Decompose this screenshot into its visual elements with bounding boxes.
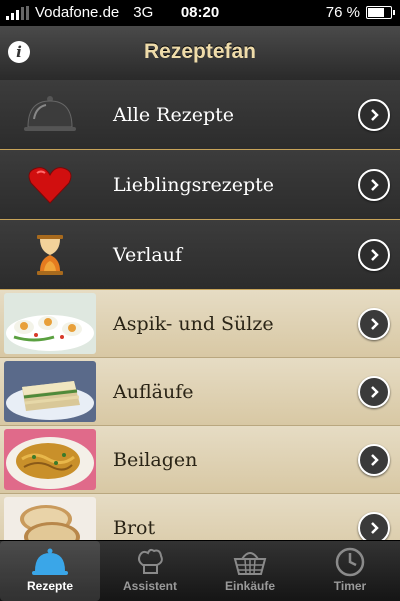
basket-icon bbox=[232, 545, 268, 579]
list-item-label: Beilagen bbox=[113, 448, 198, 471]
tab-bar: Rezepte Assistent Einkäufe Timer bbox=[0, 540, 400, 601]
chevron-right-icon[interactable] bbox=[358, 443, 390, 476]
chevron-right-icon[interactable] bbox=[358, 511, 390, 540]
tab-label: Timer bbox=[333, 579, 367, 593]
list-item-label: Aspik- und Sülze bbox=[113, 312, 274, 335]
battery-icon bbox=[366, 6, 395, 19]
auflaeufe-thumbnail bbox=[4, 361, 96, 422]
battery-percent: 76 % bbox=[325, 4, 360, 21]
list-item-label: Brot bbox=[113, 516, 156, 539]
tab-timer[interactable]: Timer bbox=[300, 541, 400, 601]
beilagen-thumbnail bbox=[4, 429, 96, 490]
status-bar: Vodafone.de 3G 08:20 76 % bbox=[0, 0, 400, 26]
battery-fill bbox=[368, 8, 384, 17]
chevron-right-icon[interactable] bbox=[358, 98, 390, 131]
navigation-bar: i Rezeptefan bbox=[0, 26, 400, 81]
tab-label: Einkäufe bbox=[224, 579, 275, 593]
list-item-label: Verlauf bbox=[113, 243, 182, 266]
chevron-right-icon[interactable] bbox=[358, 307, 390, 340]
list-item-label: Lieblingsrezepte bbox=[113, 173, 275, 196]
cloche-icon bbox=[20, 85, 80, 145]
chevron-right-icon[interactable] bbox=[358, 238, 390, 271]
hourglass-icon bbox=[20, 225, 80, 285]
chevron-right-icon[interactable] bbox=[358, 375, 390, 408]
list-item-alle-rezepte[interactable]: Alle Rezepte bbox=[0, 80, 400, 150]
list-item-aspik[interactable]: Aspik- und Sülze bbox=[0, 290, 400, 358]
list-item-brot[interactable]: Brot bbox=[0, 494, 400, 540]
tab-label: Rezepte bbox=[26, 579, 73, 593]
brot-thumbnail bbox=[4, 497, 96, 540]
aspik-thumbnail bbox=[4, 293, 96, 354]
tab-einkaeufe[interactable]: Einkäufe bbox=[200, 541, 300, 601]
battery-group: 76 % bbox=[325, 4, 395, 21]
list-item-verlauf[interactable]: Verlauf bbox=[0, 220, 400, 290]
cloche-icon bbox=[31, 545, 69, 579]
tab-label: Assistent bbox=[122, 579, 178, 593]
list-item-lieblingsrezepte[interactable]: Lieblingsrezepte bbox=[0, 150, 400, 220]
heart-icon bbox=[20, 155, 80, 215]
chevron-right-icon[interactable] bbox=[358, 168, 390, 201]
tab-rezepte[interactable]: Rezepte bbox=[0, 541, 100, 601]
recipe-list[interactable]: Alle Rezepte Lieblingsrezepte Verlauf As… bbox=[0, 80, 400, 540]
list-item-auflaeufe[interactable]: Aufläufe bbox=[0, 358, 400, 426]
list-item-label: Aufläufe bbox=[113, 380, 194, 403]
list-item-label: Alle Rezepte bbox=[113, 103, 235, 126]
list-item-beilagen[interactable]: Beilagen bbox=[0, 426, 400, 494]
tab-assistent[interactable]: Assistent bbox=[100, 541, 200, 601]
chef-hat-icon bbox=[135, 545, 165, 579]
clock-icon bbox=[334, 545, 366, 579]
page-title: Rezeptefan bbox=[143, 40, 257, 63]
